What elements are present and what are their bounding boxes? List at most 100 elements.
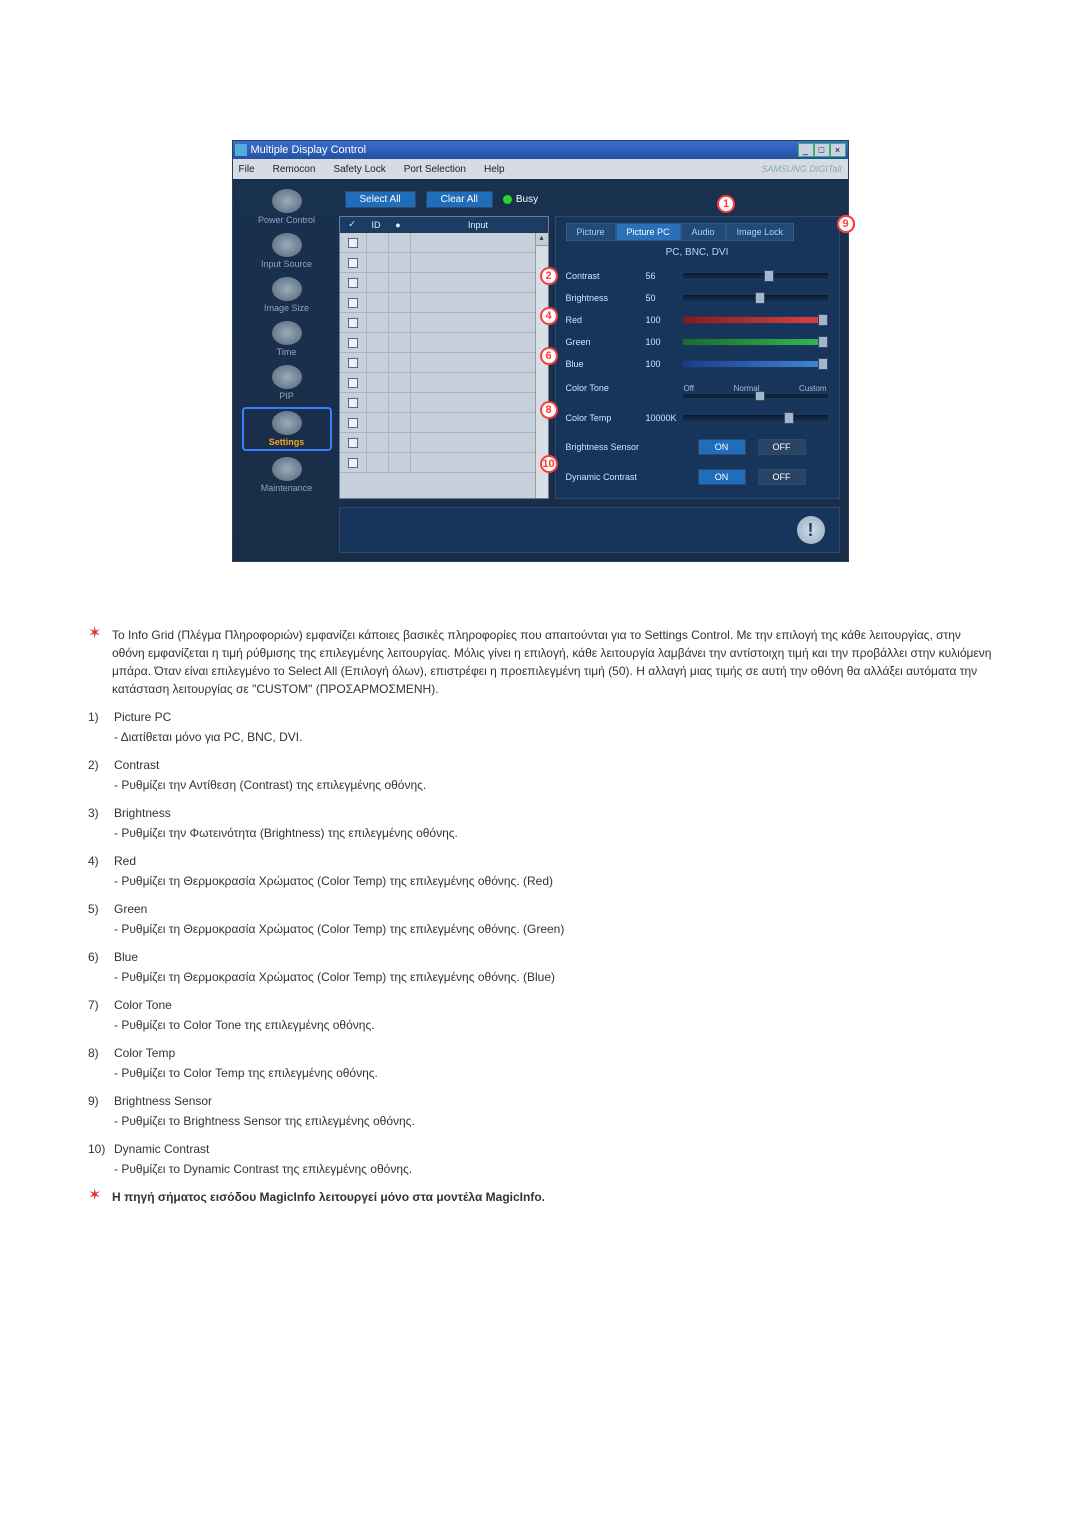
star-icon: ✶	[88, 626, 104, 698]
row-checkbox[interactable]	[348, 318, 358, 328]
row-checkbox[interactable]	[348, 418, 358, 428]
list-item: 5)Green- Ρυθμίζει τη Θερμοκρασία Χρώματο…	[88, 900, 992, 938]
menubar: File Remocon Safety Lock Port Selection …	[233, 159, 848, 179]
tab-picture-pc[interactable]: Picture PC	[616, 223, 681, 241]
table-row[interactable]	[340, 313, 548, 333]
time-icon	[272, 321, 302, 345]
table-row[interactable]	[340, 333, 548, 353]
contrast-slider[interactable]	[682, 272, 829, 280]
brightness-row: Brightness 50 3	[566, 288, 829, 308]
red-row: Red 100	[566, 310, 829, 330]
row-checkbox[interactable]	[348, 278, 358, 288]
table-row[interactable]	[340, 273, 548, 293]
callout-2: 2	[540, 267, 558, 285]
row-checkbox[interactable]	[348, 298, 358, 308]
pip-icon	[272, 365, 302, 389]
color-tone-row: Color Tone Off Normal Custom 7	[566, 378, 829, 398]
menu-port-selection[interactable]: Port Selection	[404, 164, 466, 175]
menu-safety-lock[interactable]: Safety Lock	[333, 164, 385, 175]
clear-all-button[interactable]: Clear All	[426, 191, 493, 208]
row-checkbox[interactable]	[348, 398, 358, 408]
minimize-button[interactable]: _	[798, 143, 814, 157]
app-window: Multiple Display Control _ □ × File Remo…	[232, 140, 849, 562]
sidebar-item-pip[interactable]: PIP	[242, 363, 332, 403]
titlebar[interactable]: Multiple Display Control _ □ ×	[233, 141, 848, 159]
tab-image-lock[interactable]: Image Lock	[726, 223, 795, 241]
brightness-sensor-on[interactable]: ON	[698, 439, 746, 455]
dynamic-contrast-on[interactable]: ON	[698, 469, 746, 485]
grid-col-id[interactable]: ID	[366, 217, 388, 232]
row-checkbox[interactable]	[348, 258, 358, 268]
dynamic-contrast-row: Dynamic Contrast ON OFF	[566, 466, 829, 488]
image-size-icon	[272, 277, 302, 301]
menu-remocon[interactable]: Remocon	[273, 164, 316, 175]
grid-col-input[interactable]: Input	[410, 217, 548, 232]
sidebar: Power Control Input Source Image Size Ti…	[241, 187, 333, 553]
brightness-sensor-off[interactable]: OFF	[758, 439, 806, 455]
row-checkbox[interactable]	[348, 338, 358, 348]
list-item: 9)Brightness Sensor- Ρυθμίζει το Brightn…	[88, 1092, 992, 1130]
sub-header: PC, BNC, DVI	[566, 247, 829, 258]
row-checkbox[interactable]	[348, 238, 358, 248]
description-text: ✶ Το Info Grid (Πλέγμα Πληροφοριών) εμφα…	[88, 626, 992, 1206]
table-row[interactable]	[340, 453, 548, 473]
table-row[interactable]	[340, 413, 548, 433]
star-icon: ✶	[88, 1188, 104, 1206]
green-slider[interactable]	[682, 338, 829, 346]
sidebar-item-settings[interactable]: Settings	[242, 407, 332, 451]
color-tone-slider[interactable]: Off Normal Custom	[682, 384, 829, 393]
row-checkbox[interactable]	[348, 438, 358, 448]
menu-file[interactable]: File	[239, 164, 255, 175]
table-row[interactable]	[340, 293, 548, 313]
sidebar-item-power[interactable]: Power Control	[242, 187, 332, 227]
grid-body: ▴ 2 4 6 8 10	[340, 233, 548, 498]
table-row[interactable]	[340, 353, 548, 373]
row-checkbox[interactable]	[348, 358, 358, 368]
table-row[interactable]	[340, 253, 548, 273]
red-slider[interactable]	[682, 316, 829, 324]
scroll-up-icon[interactable]: ▴	[536, 233, 548, 246]
action-bar: Select All Clear All Busy	[339, 187, 840, 212]
app-icon	[235, 144, 247, 156]
intro-text: Το Info Grid (Πλέγμα Πληροφοριών) εμφανί…	[112, 626, 992, 698]
close-button[interactable]: ×	[830, 143, 846, 157]
blue-slider[interactable]	[682, 360, 829, 368]
maintenance-icon	[272, 457, 302, 481]
list-item: 8)Color Temp- Ρυθμίζει το Color Temp της…	[88, 1044, 992, 1082]
maximize-button[interactable]: □	[814, 143, 830, 157]
row-checkbox[interactable]	[348, 378, 358, 388]
list-item: 10)Dynamic Contrast- Ρυθμίζει το Dynamic…	[88, 1140, 992, 1178]
grid-col-check[interactable]: ✓	[340, 217, 366, 232]
callout-9: 9	[837, 215, 855, 233]
table-row[interactable]	[340, 233, 548, 253]
callout-6: 6	[540, 347, 558, 365]
power-icon	[272, 189, 302, 213]
callout-8: 8	[540, 401, 558, 419]
color-temp-slider[interactable]	[682, 414, 829, 422]
busy-indicator: Busy	[503, 194, 538, 205]
list-item: 2)Contrast- Ρυθμίζει την Αντίθεση (Contr…	[88, 756, 992, 794]
sidebar-item-image-size[interactable]: Image Size	[242, 275, 332, 315]
grid-col-status[interactable]: ●	[388, 217, 410, 232]
table-row[interactable]	[340, 393, 548, 413]
tab-picture[interactable]: Picture	[566, 223, 616, 241]
color-temp-row: Color Temp 10000K	[566, 408, 829, 428]
sidebar-item-time[interactable]: Time	[242, 319, 332, 359]
row-checkbox[interactable]	[348, 458, 358, 468]
info-icon[interactable]: !	[797, 516, 825, 544]
sidebar-item-input-source[interactable]: Input Source	[242, 231, 332, 271]
tab-audio[interactable]: Audio	[681, 223, 726, 241]
dynamic-contrast-off[interactable]: OFF	[758, 469, 806, 485]
info-grid: ✓ ID ● Input ▴ 2 4 6 8 10	[339, 216, 549, 499]
table-row[interactable]	[340, 433, 548, 453]
window-title: Multiple Display Control	[251, 144, 367, 156]
select-all-button[interactable]: Select All	[345, 191, 416, 208]
settings-icon	[272, 411, 302, 435]
green-row: Green 100 5	[566, 332, 829, 352]
brightness-slider[interactable]	[682, 294, 829, 302]
menu-help[interactable]: Help	[484, 164, 505, 175]
sidebar-item-maintenance[interactable]: Maintenance	[242, 455, 332, 495]
table-row[interactable]	[340, 373, 548, 393]
list-item: 6)Blue- Ρυθμίζει τη Θερμοκρασία Χρώματος…	[88, 948, 992, 986]
callout-4: 4	[540, 307, 558, 325]
